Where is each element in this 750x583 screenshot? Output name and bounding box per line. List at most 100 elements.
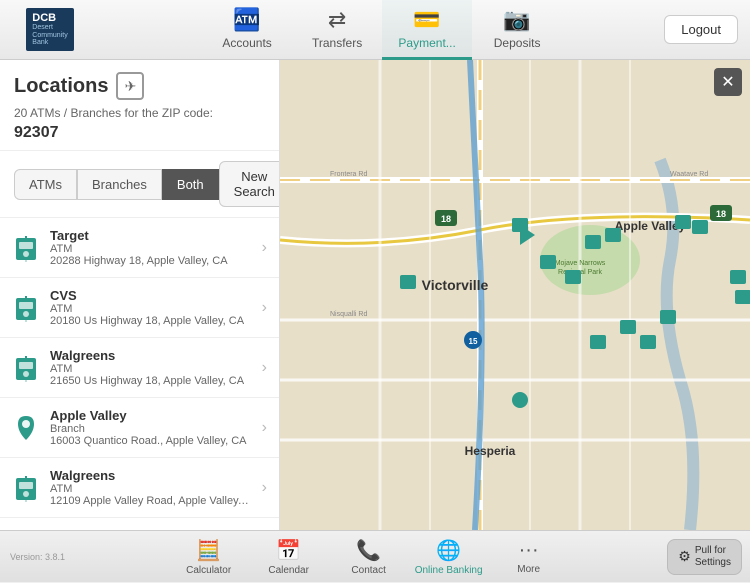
logo-main-text: DCB [32, 12, 67, 24]
new-search-button[interactable]: New Search [219, 161, 280, 207]
location-type: ATM [50, 303, 252, 315]
branch-icon [12, 414, 40, 442]
location-info: TargetATM20288 Highway 18, Apple Valley,… [50, 228, 252, 267]
contact-icon: 📞 [356, 538, 381, 563]
location-name: CVS [50, 288, 252, 303]
locations-title-text: Locations [14, 75, 108, 98]
svg-text:18: 18 [441, 214, 451, 224]
zip-code-value: 92307 [14, 124, 265, 142]
location-address: 21650 Us Highway 18, Apple Valley, CA [50, 375, 252, 387]
payments-label: Payment... [398, 36, 455, 50]
location-info: WalgreensATM12109 Apple Valley Road, App… [50, 468, 252, 507]
nav-item-payments[interactable]: 💳 Payment... [382, 0, 472, 60]
bottom-item-contact[interactable]: 📞 Contact [329, 531, 409, 583]
top-navigation: DCB DesertCommunityBank 🏧 Accounts ⇄ Tra… [0, 0, 750, 60]
accounts-label: Accounts [222, 36, 271, 50]
atm-icon [12, 474, 40, 502]
calculator-icon: 🧮 [196, 538, 221, 563]
transfers-icon: ⇄ [328, 7, 346, 33]
location-name: Walgreens [50, 348, 252, 363]
svg-text:Nisqualli Rd: Nisqualli Rd [330, 311, 367, 318]
accounts-icon: 🏧 [233, 7, 260, 33]
location-item[interactable]: CVSATM20180 Us Highway 18, Apple Valley,… [0, 278, 279, 338]
logo-area: DCB DesertCommunityBank [0, 2, 100, 57]
calculator-label: Calculator [186, 565, 231, 576]
location-address: 20288 Highway 18, Apple Valley, CA [50, 255, 252, 267]
filter-branches-button[interactable]: Branches [77, 169, 162, 200]
settings-button[interactable]: ⚙ Pull forSettings [667, 539, 742, 575]
filter-row: ATMs Branches Both New Search [0, 151, 279, 218]
chevron-right-icon: › [262, 479, 267, 497]
contact-label: Contact [351, 565, 385, 576]
location-type: ATM [50, 363, 252, 375]
bottom-item-more[interactable]: ··· More [489, 531, 569, 583]
location-info: Apple ValleyBranch16003 Quantico Road., … [50, 408, 252, 447]
location-item[interactable]: TargetATM20288 Highway 18, Apple Valley,… [0, 218, 279, 278]
nav-item-accounts[interactable]: 🏧 Accounts [202, 0, 292, 60]
chevron-right-icon: › [262, 239, 267, 257]
settings-label: Pull forSettings [695, 545, 731, 569]
filter-both-button[interactable]: Both [162, 169, 219, 200]
svg-text:Mojave Narrows: Mojave Narrows [555, 260, 606, 267]
atm-icon [12, 294, 40, 322]
location-address: 12109 Apple Valley Road, Apple Valley, C… [50, 495, 252, 507]
location-item[interactable]: WalgreensATM21650 Us Highway 18, Apple V… [0, 338, 279, 398]
location-type: ATM [50, 243, 252, 255]
bottom-items: 🧮 Calculator 📅 Calendar 📞 Contact 🌐 Onli… [70, 531, 667, 583]
location-item[interactable]: Apple ValleyBranch16003 Quantico Road., … [0, 398, 279, 458]
calendar-label: Calendar [268, 565, 309, 576]
location-address: 20180 Us Highway 18, Apple Valley, CA [50, 315, 252, 327]
location-info: WalgreensATM21650 Us Highway 18, Apple V… [50, 348, 252, 387]
transfers-label: Transfers [312, 36, 362, 50]
location-address: 16003 Quantico Road., Apple Valley, CA [50, 435, 252, 447]
locations-title-row: Locations ✈ [14, 72, 265, 100]
atm-icon [12, 234, 40, 262]
bottom-item-calendar[interactable]: 📅 Calendar [249, 531, 329, 583]
payments-icon: 💳 [413, 7, 440, 33]
map-area: 18 18 15 Victorville Apple Valley Hesper… [280, 60, 750, 530]
location-name: Walgreens [50, 468, 252, 483]
sidebar-header: Locations ✈ 20 ATMs / Branches for the Z… [0, 60, 279, 151]
svg-text:18: 18 [716, 209, 726, 219]
version-text: Version: 3.8.1 [0, 552, 70, 562]
online-banking-icon: 🌐 [436, 538, 461, 563]
location-type: ATM [50, 483, 252, 495]
svg-text:Victorville: Victorville [422, 277, 489, 293]
deposits-icon: 📷 [503, 7, 530, 33]
nav-items: 🏧 Accounts ⇄ Transfers 💳 Payment... 📷 De… [100, 0, 664, 60]
bottom-item-calculator[interactable]: 🧮 Calculator [169, 531, 249, 583]
chevron-right-icon: › [262, 359, 267, 377]
logo-box: DCB DesertCommunityBank [26, 8, 73, 51]
location-list: TargetATM20288 Highway 18, Apple Valley,… [0, 218, 279, 530]
location-navigate-icon[interactable]: ✈ [116, 72, 144, 100]
location-type: Branch [50, 423, 252, 435]
deposits-label: Deposits [494, 36, 541, 50]
svg-text:Frontera Rd: Frontera Rd [330, 171, 367, 178]
zip-info-text: 20 ATMs / Branches for the ZIP code: [14, 106, 265, 120]
calendar-icon: 📅 [276, 538, 301, 563]
chevron-right-icon: › [262, 299, 267, 317]
location-name: Apple Valley [50, 408, 252, 423]
online-banking-label: Online Banking [415, 565, 483, 576]
nav-item-deposits[interactable]: 📷 Deposits [472, 0, 562, 60]
location-item[interactable]: TargetATM19201 Bear Valley Road, Apple V… [0, 518, 279, 530]
svg-text:Hesperia: Hesperia [465, 444, 516, 458]
sidebar: Locations ✈ 20 ATMs / Branches for the Z… [0, 60, 280, 530]
location-item[interactable]: WalgreensATM12109 Apple Valley Road, App… [0, 458, 279, 518]
logo-sub-text: DesertCommunityBank [32, 24, 67, 47]
settings-gear-icon: ⚙ [678, 548, 691, 565]
filter-atms-button[interactable]: ATMs [14, 169, 77, 200]
more-label: More [517, 564, 540, 575]
map-close-button[interactable]: ✕ [714, 68, 742, 96]
nav-item-transfers[interactable]: ⇄ Transfers [292, 0, 382, 60]
logout-button[interactable]: Logout [664, 15, 738, 44]
location-name: Target [50, 228, 252, 243]
main-layout: Locations ✈ 20 ATMs / Branches for the Z… [0, 60, 750, 530]
bottom-item-online-banking[interactable]: 🌐 Online Banking [409, 531, 489, 583]
svg-text:Waatave Rd: Waatave Rd [670, 171, 708, 178]
chevron-right-icon: › [262, 419, 267, 437]
svg-text:15: 15 [469, 337, 478, 346]
bottom-bar: Version: 3.8.1 🧮 Calculator 📅 Calendar 📞… [0, 530, 750, 582]
location-info: CVSATM20180 Us Highway 18, Apple Valley,… [50, 288, 252, 327]
more-icon: ··· [519, 539, 539, 562]
